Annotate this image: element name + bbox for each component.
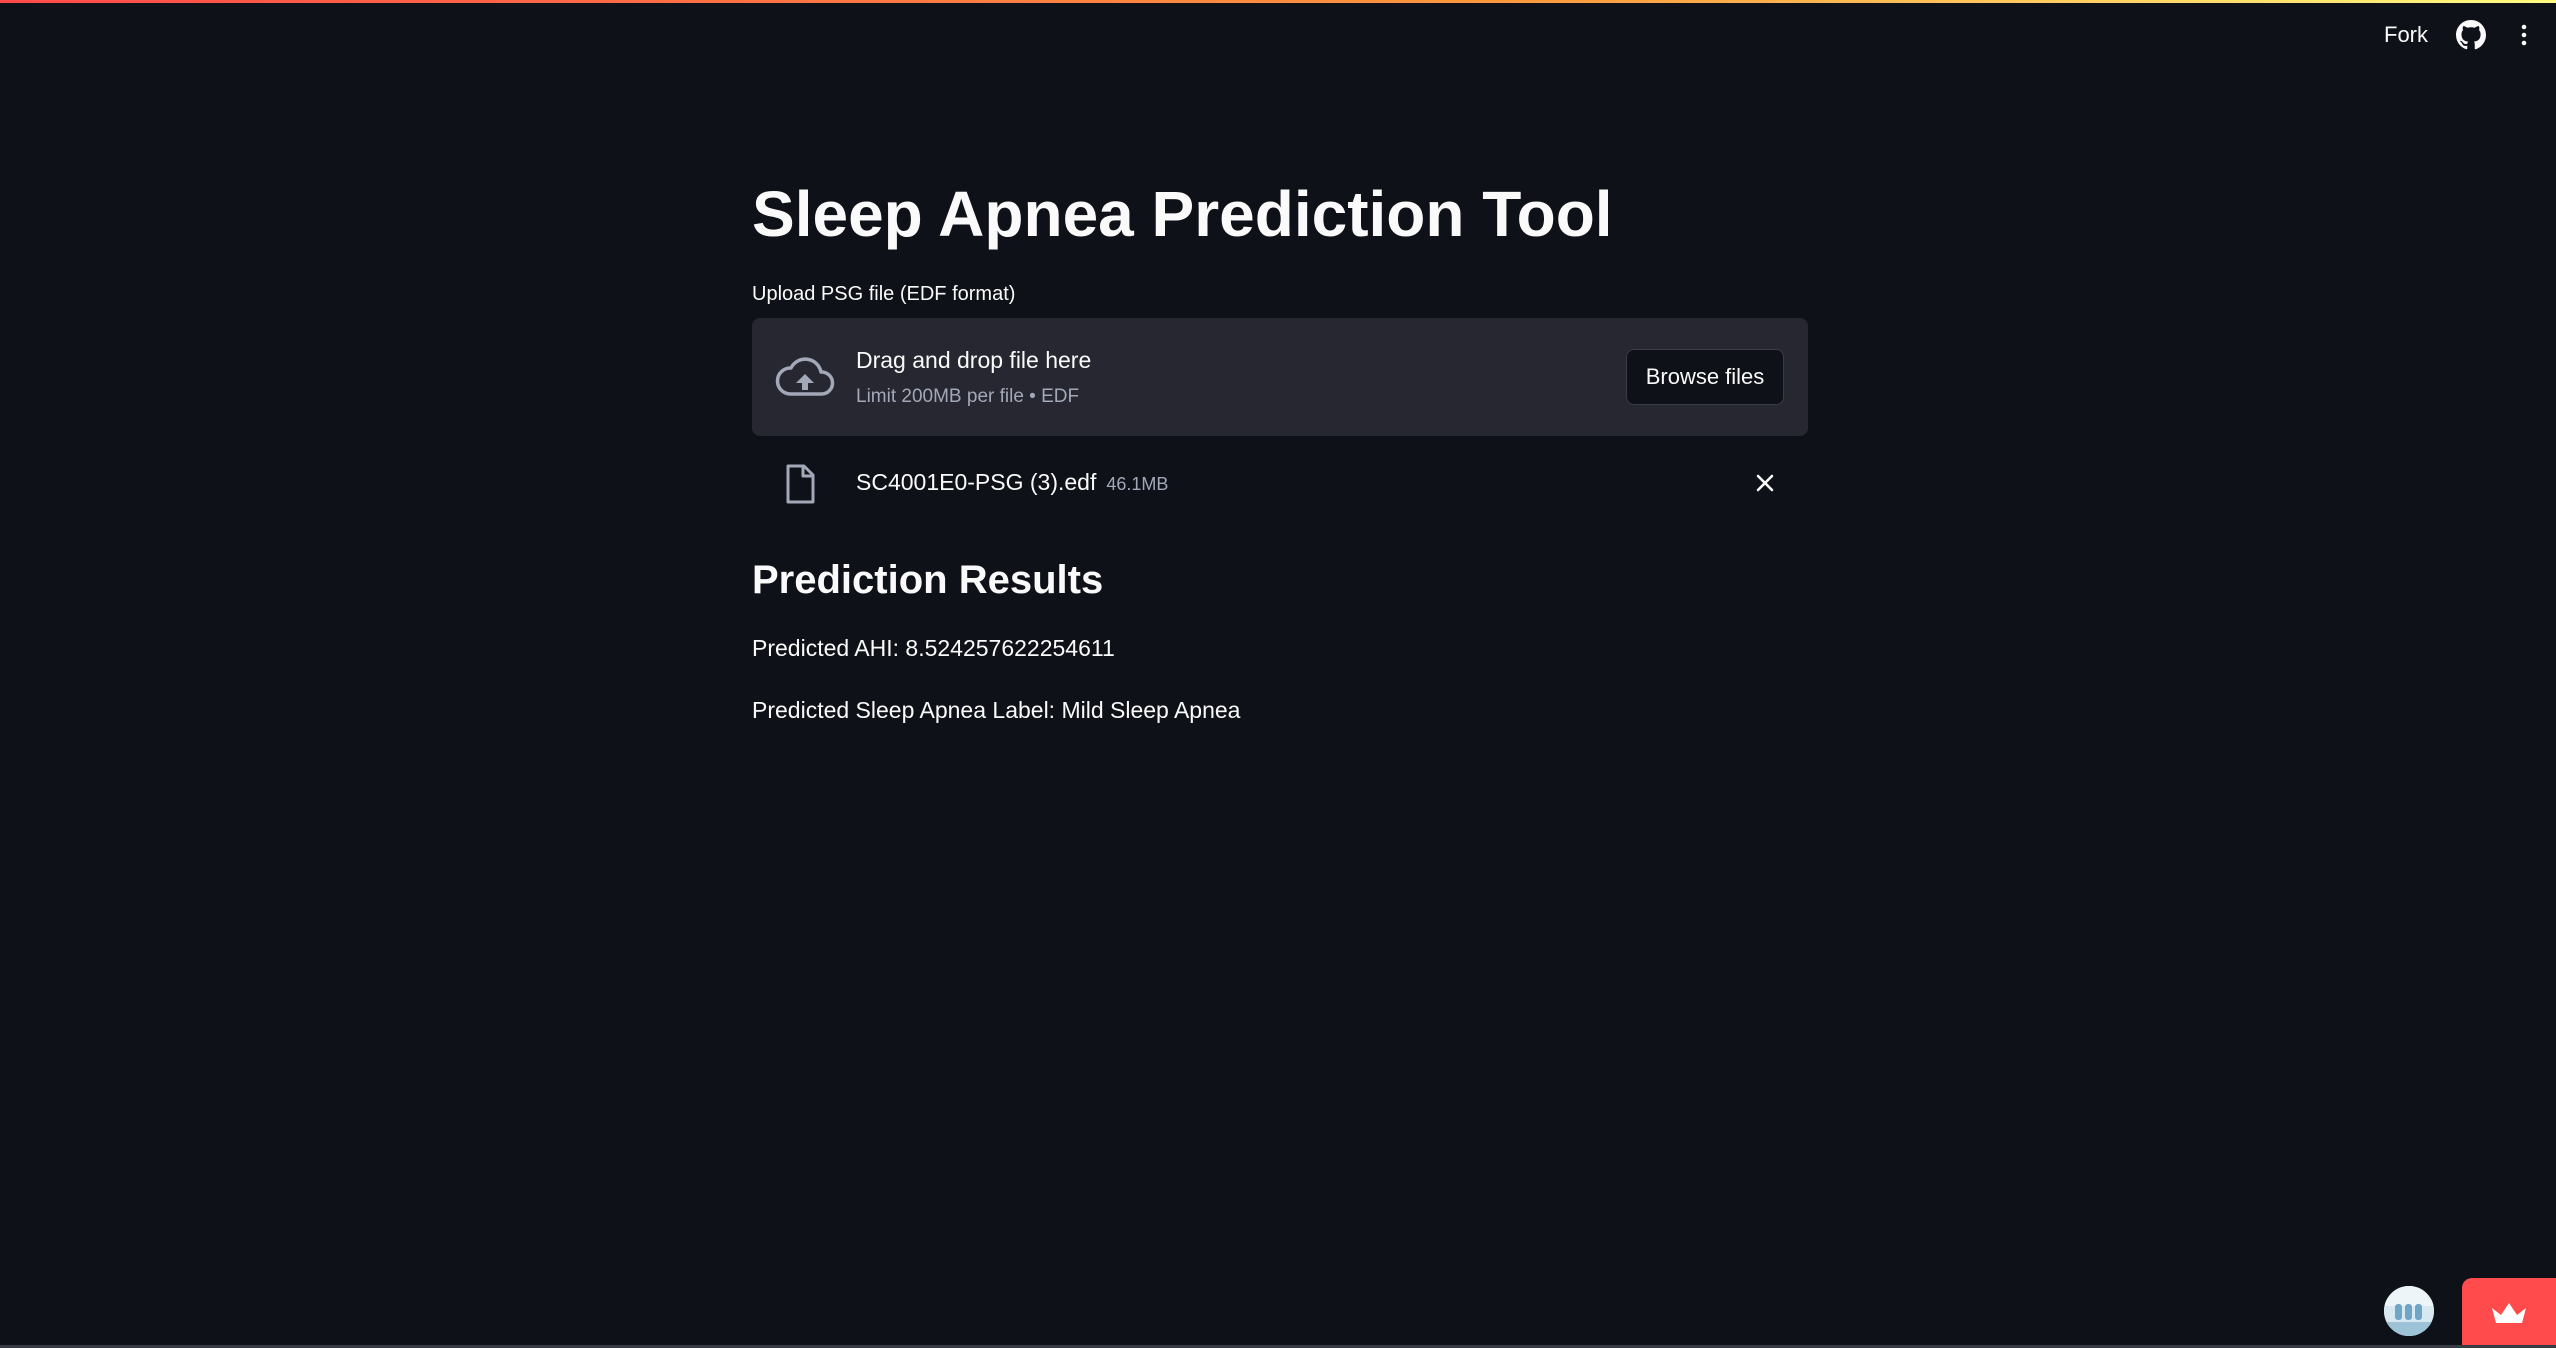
- dropzone-limit-text: Limit 200MB per file • EDF: [856, 386, 1080, 407]
- browse-files-button[interactable]: Browse files: [1626, 349, 1784, 405]
- file-name-text: SC4001E0-PSG (3).edf: [856, 469, 1097, 495]
- predicted-label-text: Predicted Sleep Apnea Label: Mild Sleep …: [752, 697, 1241, 723]
- dropzone-title: Drag and drop file here: [856, 347, 1092, 373]
- close-icon[interactable]: [1752, 470, 1778, 496]
- github-icon[interactable]: [2456, 20, 2486, 50]
- kebab-menu-icon[interactable]: [2512, 20, 2536, 50]
- uploaded-file-row: SC4001E0-PSG (3).edf 46.1MB: [752, 456, 1808, 512]
- crown-icon[interactable]: [2462, 1278, 2556, 1348]
- file-size: 46.1MB: [1106, 474, 1169, 494]
- top-decoration-bar: [0, 0, 2556, 3]
- results-heading: Prediction Results: [752, 558, 1104, 602]
- page-title: Sleep Apnea Prediction Tool: [752, 178, 1613, 250]
- uploaded-file-name: SC4001E0-PSG (3).edf 46.1MB: [856, 466, 1168, 500]
- cloud-upload-icon: [774, 350, 836, 402]
- predicted-ahi-text: Predicted AHI: 8.524257622254611: [752, 635, 1115, 661]
- uploader-label: Upload PSG file (EDF format): [752, 283, 1016, 305]
- fork-link[interactable]: Fork: [2384, 22, 2428, 48]
- file-dropzone[interactable]: Drag and drop file here Limit 200MB per …: [752, 318, 1808, 436]
- user-avatar[interactable]: [2384, 1286, 2434, 1336]
- file-icon: [784, 464, 816, 504]
- app-toolbar: Fork: [2384, 18, 2536, 52]
- dropzone-text: Drag and drop file here Limit 200MB per …: [856, 344, 1091, 410]
